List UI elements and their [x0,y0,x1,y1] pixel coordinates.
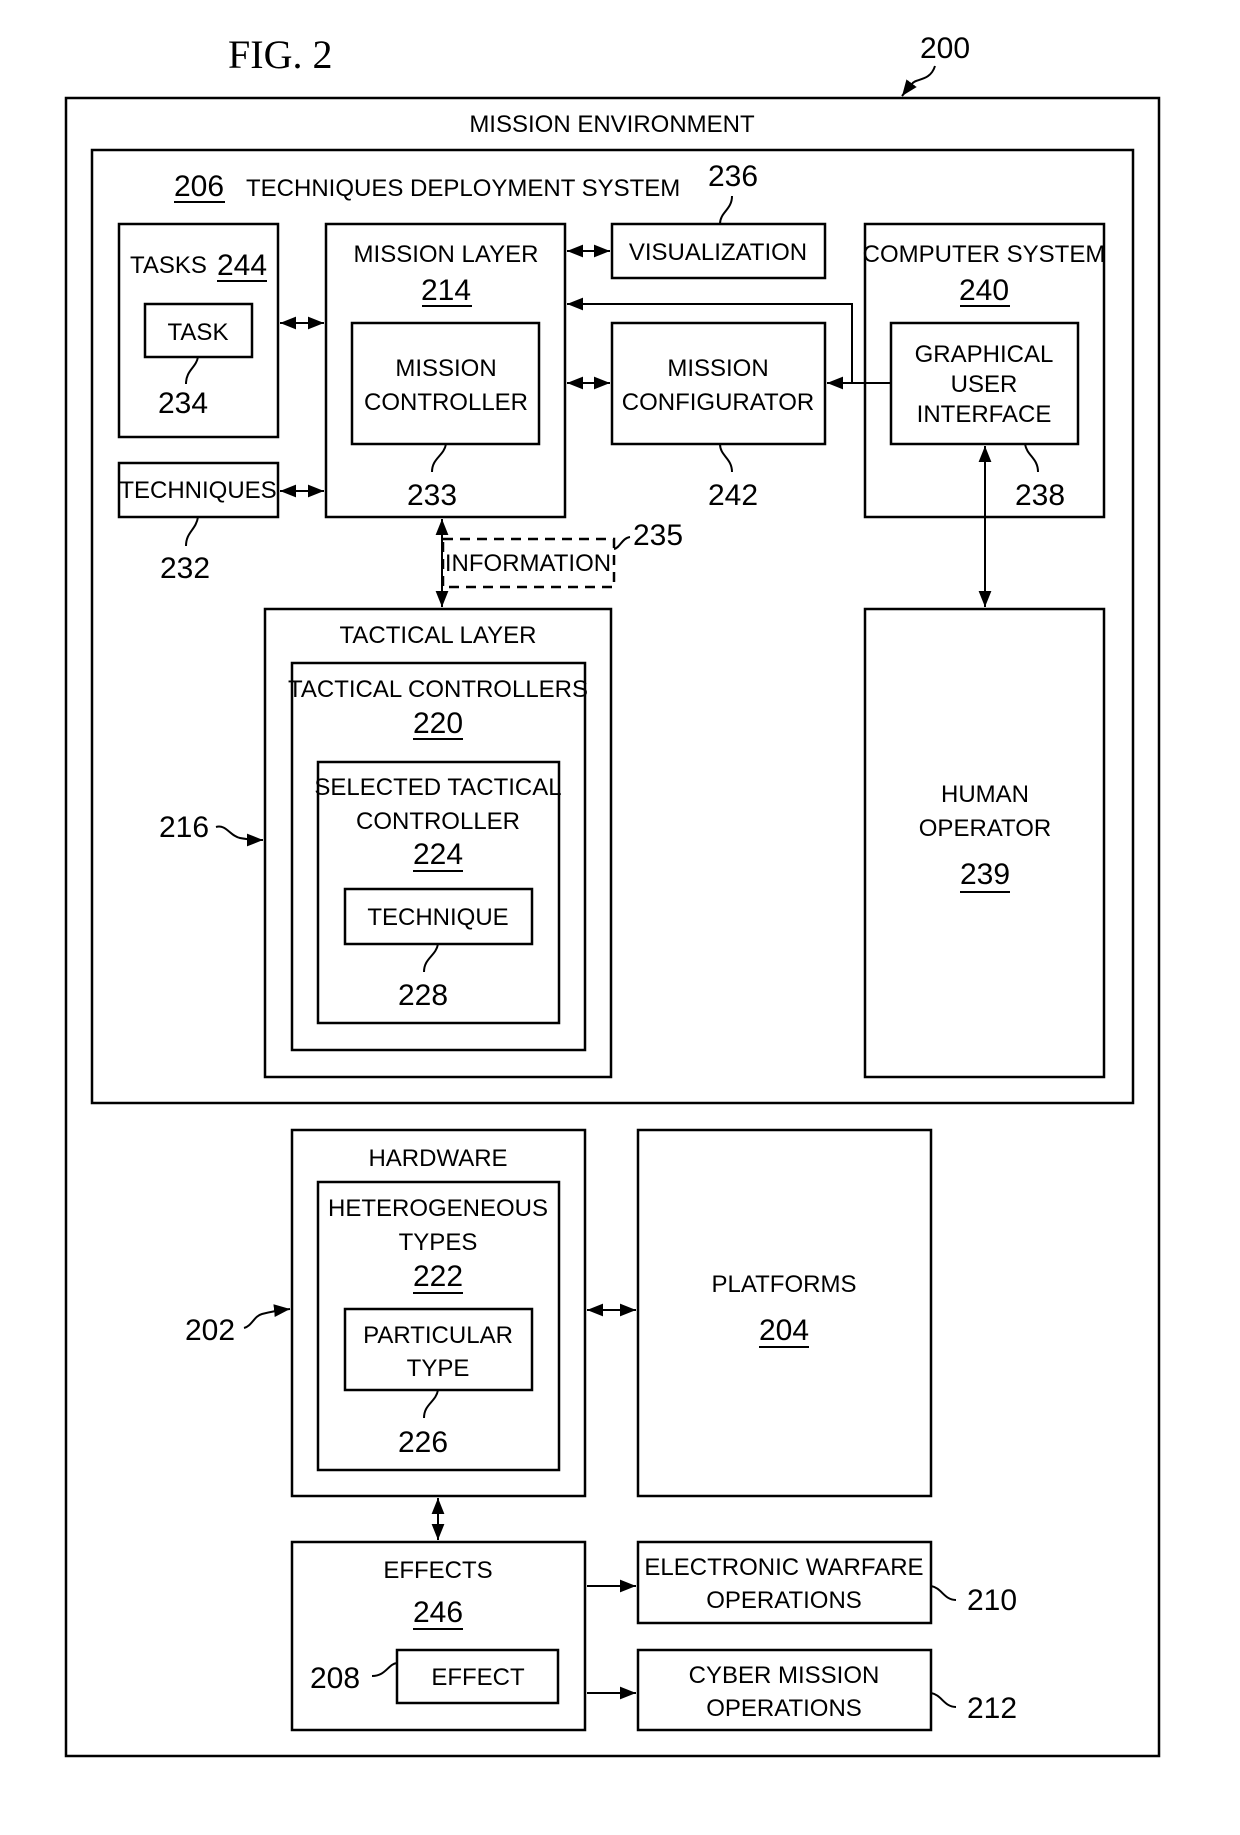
tactical-layer-label: TACTICAL LAYER [340,622,537,649]
information-label: INFORMATION [445,550,611,577]
ref-240: 240 [959,274,1009,307]
visualization-label: VISUALIZATION [629,239,807,266]
selected-controller-line2: CONTROLLER [356,808,520,835]
particular-type-line2: TYPE [407,1355,470,1382]
mission-configurator-line2: CONFIGURATOR [622,389,814,416]
mission-configurator-box [610,321,827,446]
human-operator-box [863,607,1106,1079]
ref-204: 204 [759,1314,809,1347]
ref-226: 226 [398,1426,448,1459]
ref-200: 200 [920,32,970,65]
ref-202: 202 [185,1314,235,1347]
human-operator-line2: OPERATOR [919,815,1051,842]
platforms-box [636,1128,933,1498]
mission-controller-line1: MISSION [395,355,496,382]
ref-222: 222 [413,1260,463,1293]
technique-label: TECHNIQUE [367,904,508,931]
leader-208 [371,1662,398,1677]
human-operator-line1: HUMAN [941,781,1029,808]
tasks-label: TASKS [130,252,207,279]
leader-212 [930,1692,957,1708]
cyber-mission-line1: CYBER MISSION [689,1662,880,1689]
tds-label: TECHNIQUES DEPLOYMENT SYSTEM [246,175,680,202]
mission-layer-label: MISSION LAYER [354,241,539,268]
gui-line2: USER [951,371,1018,398]
techniques-label: TECHNIQUES [119,477,276,504]
leader-235 [613,536,631,550]
hardware-label: HARDWARE [368,1145,507,1172]
ref-208: 208 [310,1662,360,1695]
ref-233: 233 [407,479,457,512]
effects-label: EFFECTS [383,1557,492,1584]
leader-232 [185,516,199,547]
leader-226 [423,1389,439,1419]
patent-figure: FIG. 2 200 MISSION ENVIRONMENT 206 TECHN… [64,32,1161,1758]
ref-216: 216 [159,811,209,844]
ref-212: 212 [967,1692,1017,1725]
platforms-label: PLATFORMS [712,1271,857,1298]
leader-210 [930,1585,957,1601]
leader-234 [185,356,199,385]
ref-214: 214 [421,274,471,307]
leader-242 [719,443,733,473]
mission-controller-line2: CONTROLLER [364,389,528,416]
ref-210: 210 [967,1584,1017,1617]
particular-type-line1: PARTICULAR [363,1322,513,1349]
gui-line1: GRAPHICAL [915,341,1054,368]
ref-239: 239 [960,858,1010,891]
figure-title: FIG. 2 [228,32,332,77]
ref-242: 242 [708,479,758,512]
ref-236: 236 [708,160,758,193]
ref-232: 232 [160,552,210,585]
tactical-controllers-label: TACTICAL CONTROLLERS [288,676,588,703]
leader-216 [215,825,264,847]
gui-line3: INTERFACE [917,401,1052,428]
heterogeneous-types-line2: TYPES [399,1229,478,1256]
effect-label: EFFECT [431,1664,525,1691]
electronic-warfare-line1: ELECTRONIC WARFARE [644,1554,923,1581]
selected-controller-line1: SELECTED TACTICAL [314,774,561,801]
computer-system-label: COMPUTER SYSTEM [863,241,1106,268]
cyber-mission-line2: OPERATIONS [706,1695,862,1722]
leader-202 [243,1304,291,1329]
leader-238 [1024,443,1039,473]
ref-238: 238 [1015,479,1065,512]
leader-228 [423,943,439,973]
leader-200 [901,65,936,97]
mission-configurator-line1: MISSION [667,355,768,382]
leader-236 [719,195,733,225]
ref-235: 235 [633,519,683,552]
ref-246: 246 [413,1596,463,1629]
task-label: TASK [168,319,229,346]
ref-224: 224 [413,838,463,871]
mission-environment-label: MISSION ENVIRONMENT [469,111,755,138]
ref-228: 228 [398,979,448,1012]
ref-244: 244 [217,249,267,282]
electronic-warfare-line2: OPERATIONS [706,1587,862,1614]
ref-220: 220 [413,707,463,740]
mission-controller-box [350,321,541,446]
leader-233 [431,443,447,473]
heterogeneous-types-line1: HETEROGENEOUS [328,1195,548,1222]
ref-234: 234 [158,387,208,420]
ref-206: 206 [174,170,224,203]
